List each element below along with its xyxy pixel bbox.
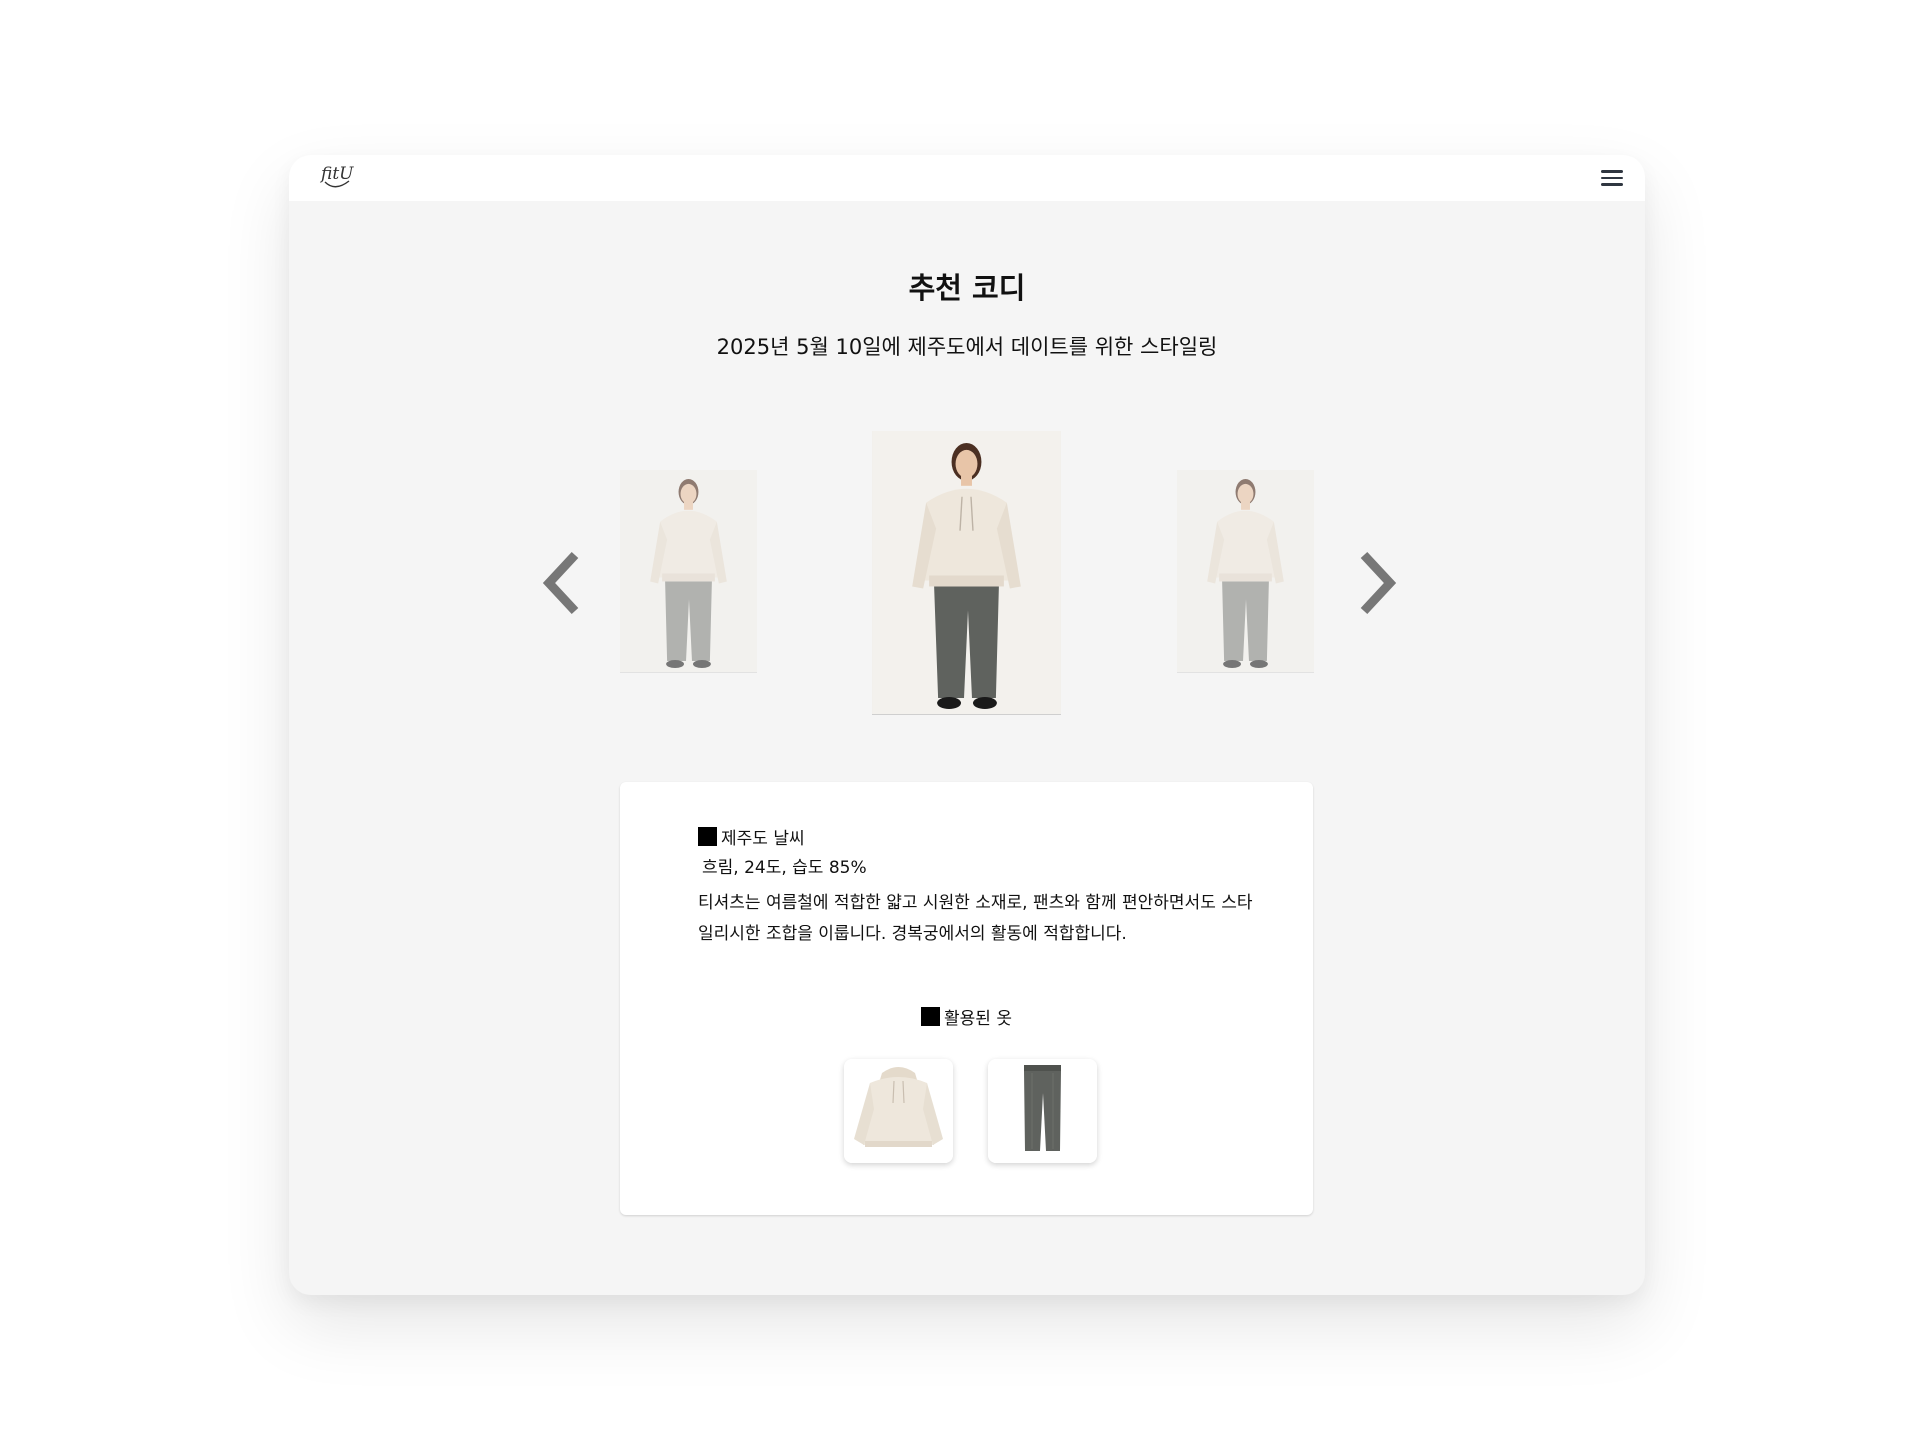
weather-value: 흐림, 24도, 습도 85% xyxy=(702,858,867,878)
chevron-left-icon xyxy=(542,551,579,615)
outfit-card-center[interactable] xyxy=(872,431,1061,715)
carousel-next-button[interactable] xyxy=(1350,543,1400,623)
page-subtitle: 2025년 5월 10일에 제주도에서 데이트를 위한 스타일링 xyxy=(716,335,1218,359)
hoodie-icon xyxy=(844,1059,953,1163)
clothing-item-hoodie[interactable] xyxy=(844,1059,953,1163)
clothing-item-pants[interactable] xyxy=(988,1059,1097,1163)
outfit-info-card: 제주도 날씨 흐림, 24도, 습도 85% 티셔츠는 여름철에 적합한 얇고 … xyxy=(620,782,1313,1215)
weather-heading: 제주도 날씨 xyxy=(698,824,805,849)
outfit-description: 티셔츠는 여름철에 적합한 얇고 시원한 소재로, 팬츠와 함께 편안하면서도 … xyxy=(698,893,1253,944)
square-bullet-icon xyxy=(698,827,717,846)
page-title: 추천 코디 xyxy=(908,271,1026,305)
carousel-prev-button[interactable] xyxy=(539,543,589,623)
square-bullet-icon xyxy=(921,1007,941,1026)
hamburger-menu-icon[interactable] xyxy=(1599,166,1625,190)
outfit-card-right[interactable] xyxy=(1177,470,1314,673)
top-navbar: fitU xyxy=(289,155,1645,201)
outfit-image xyxy=(620,470,757,672)
clothes-heading-label: 활용된 옷 xyxy=(944,1009,1012,1029)
outfit-card-left[interactable] xyxy=(620,470,757,673)
weather-heading-label: 제주도 날씨 xyxy=(721,829,805,849)
brand-logo[interactable]: fitU xyxy=(319,162,359,194)
outfit-image xyxy=(872,431,1061,714)
chevron-right-icon xyxy=(1360,551,1397,615)
logo-smile-icon xyxy=(324,180,350,188)
clothes-heading: 활용된 옷 xyxy=(620,1004,1313,1029)
app-window: fitU 추천 코디 2025년 5월 10일에 제주도에서 데이트를 위한 스… xyxy=(289,155,1645,1295)
pants-icon xyxy=(988,1059,1097,1163)
outfit-image xyxy=(1177,470,1314,672)
